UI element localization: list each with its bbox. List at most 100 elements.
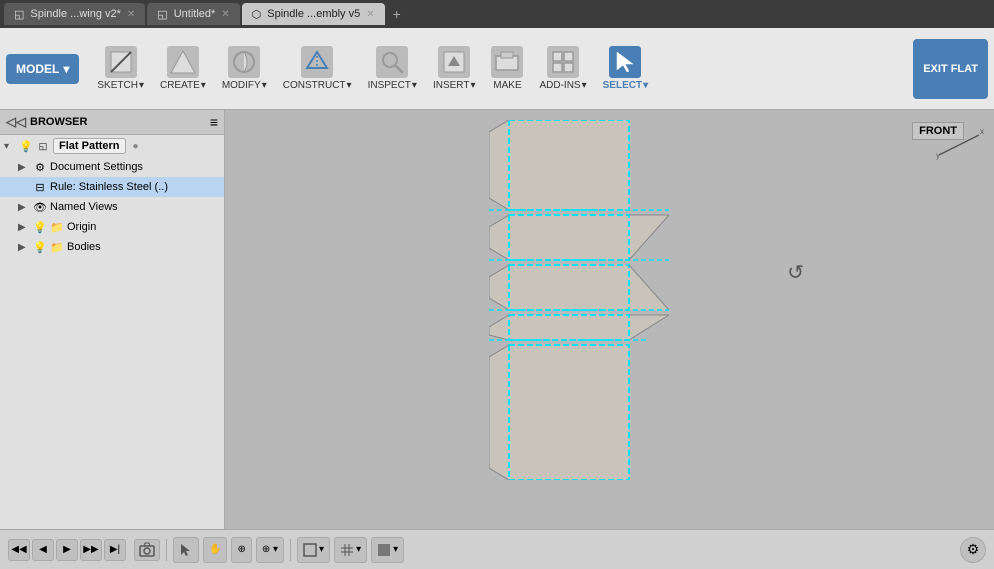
- tree-bodies[interactable]: ▶ 💡 📁 Bodies: [0, 237, 224, 257]
- tab-untitled[interactable]: ◱ Untitled* ✕: [147, 3, 239, 25]
- bulb-icon-origin: 💡: [33, 220, 47, 234]
- root-expand-arrow[interactable]: ▾: [4, 141, 16, 152]
- select-button[interactable]: SELECT ▾: [597, 39, 654, 99]
- sidebar: ◁◁ BROWSER ≡ ▾ 💡 ◱ Flat Pattern ● ▶ ⚙ Do…: [0, 110, 225, 529]
- modify-icon: [228, 46, 260, 78]
- model-arrow: ▾: [63, 62, 69, 76]
- tab-icon-wing: ◱: [14, 8, 24, 21]
- nav-play-button[interactable]: ▶: [56, 539, 78, 561]
- tab-spindle-wing[interactable]: ◱ Spindle ...wing v2* ✕: [4, 3, 145, 25]
- nav-next-button[interactable]: ▶▶: [80, 539, 102, 561]
- insert-label: INSERT ▾: [433, 80, 476, 91]
- create-button[interactable]: CREATE ▾: [154, 39, 212, 99]
- named-views-arrow[interactable]: ▶: [18, 202, 30, 213]
- settings-button[interactable]: ⚙: [960, 537, 986, 563]
- cursor-tool-button[interactable]: [173, 537, 199, 563]
- snap-button[interactable]: ▾: [371, 537, 404, 563]
- zoom-fit-button[interactable]: ⊕ ▾: [256, 537, 284, 563]
- create-label: CREATE ▾: [160, 80, 206, 91]
- rule-icon: ⊟: [33, 180, 47, 194]
- origin-folder-icon: 📁: [50, 220, 64, 234]
- tree-origin[interactable]: ▶ 💡 📁 Origin: [0, 217, 224, 237]
- modify-button[interactable]: MODIFY ▾: [216, 39, 273, 99]
- origin-label: Origin: [67, 221, 96, 233]
- browser-collapse-button[interactable]: ◁◁: [6, 114, 26, 130]
- tab-spindle-embly[interactable]: ⬡ Spindle ...embly v5 ✕: [242, 3, 385, 25]
- main-area: ◁◁ BROWSER ≡ ▾ 💡 ◱ Flat Pattern ● ▶ ⚙ Do…: [0, 110, 994, 529]
- inspect-button[interactable]: INSPECT ▾: [362, 39, 423, 99]
- model-label: MODEL: [16, 62, 59, 76]
- statusbar-sep-2: [290, 539, 291, 561]
- tab-close-untitled[interactable]: ✕: [221, 9, 229, 20]
- create-icon: [167, 46, 199, 78]
- gear-icon: ⚙: [33, 160, 47, 174]
- browser-menu-button[interactable]: ≡: [210, 114, 218, 130]
- pan-tool-button[interactable]: ✋: [203, 537, 227, 563]
- make-icon: [491, 46, 523, 78]
- inspect-label: INSPECT ▾: [368, 80, 417, 91]
- display-mode-button[interactable]: ▾: [297, 537, 330, 563]
- bulb-icon-bodies: 💡: [33, 240, 47, 254]
- bodies-folder-icon: 📁: [50, 240, 64, 254]
- tab-close-wing[interactable]: ✕: [127, 9, 135, 20]
- title-bar: ◱ Spindle ...wing v2* ✕ ◱ Untitled* ✕ ⬡ …: [0, 0, 994, 28]
- modify-label: MODIFY ▾: [222, 80, 267, 91]
- cursor-indicator: ↺: [787, 260, 804, 285]
- construct-icon: [301, 46, 333, 78]
- model-button[interactable]: MODEL ▾: [6, 54, 79, 84]
- doc-settings-label: Document Settings: [50, 161, 143, 173]
- sketch-icon: [105, 46, 137, 78]
- exit-flat-button[interactable]: EXIT FLAT: [913, 39, 988, 99]
- flat-pattern-shape: .face { fill: #c8c4bc; stroke: none; } .…: [489, 120, 709, 480]
- make-label: MAKE: [493, 80, 521, 91]
- doc-settings-arrow[interactable]: ▶: [18, 162, 30, 173]
- insert-icon: [438, 46, 470, 78]
- browser-header: ◁◁ BROWSER ≡: [0, 110, 224, 135]
- tree-root-item[interactable]: ▾ 💡 ◱ Flat Pattern ●: [0, 135, 224, 157]
- add-tab-button[interactable]: +: [387, 6, 407, 22]
- addins-icon: [547, 46, 579, 78]
- bulb-icon: 💡: [19, 139, 33, 153]
- viewport[interactable]: FRONT x y ↺ .face { fill: #c8c4: [225, 110, 994, 529]
- tree-rule-item[interactable]: ⊟ Rule: Stainless Steel (..): [0, 177, 224, 197]
- sketch-label: SKETCH ▾: [97, 80, 144, 91]
- zoom-tool-button[interactable]: ⊕: [231, 537, 251, 563]
- axis-indicator: x y: [934, 120, 984, 170]
- rule-label: Rule: Stainless Steel (..): [50, 181, 168, 193]
- bodies-arrow[interactable]: ▶: [18, 242, 30, 253]
- nav-prev-button[interactable]: ◀: [32, 539, 54, 561]
- tree-named-views[interactable]: ▶ 👁 Named Views: [0, 197, 224, 217]
- statusbar: ◀◀ ◀ ▶ ▶▶ ▶| ✋ ⊕ ⊕ ▾ ▾ ▾ ▾ ⚙: [0, 529, 994, 569]
- flat-pattern-toggle[interactable]: ●: [133, 141, 139, 152]
- construct-label: CONSTRUCT ▾: [283, 80, 352, 91]
- construct-button[interactable]: CONSTRUCT ▾: [277, 39, 358, 99]
- select-icon: [609, 46, 641, 78]
- bodies-label: Bodies: [67, 241, 101, 253]
- tab-icon-embly: ⬡: [252, 8, 262, 21]
- origin-arrow[interactable]: ▶: [18, 222, 30, 233]
- tab-close-embly[interactable]: ✕: [366, 9, 374, 20]
- inspect-icon: [376, 46, 408, 78]
- views-icon: 👁: [33, 200, 47, 214]
- sketch-button[interactable]: SKETCH ▾: [91, 39, 150, 99]
- addins-button[interactable]: ADD-INS ▾: [533, 39, 592, 99]
- playback-controls: ◀◀ ◀ ▶ ▶▶ ▶|: [8, 539, 126, 561]
- nav-first-button[interactable]: ◀◀: [8, 539, 30, 561]
- flat-pattern-label: Flat Pattern: [53, 138, 126, 154]
- root-icon: ◱: [36, 139, 50, 153]
- insert-button[interactable]: INSERT ▾: [427, 39, 482, 99]
- select-label: SELECT ▾: [603, 80, 648, 91]
- statusbar-sep-1: [166, 539, 167, 561]
- tree-doc-settings[interactable]: ▶ ⚙ Document Settings: [0, 157, 224, 177]
- nav-last-button[interactable]: ▶|: [104, 539, 126, 561]
- named-views-label: Named Views: [50, 201, 118, 213]
- svg-text:x: x: [980, 127, 984, 136]
- camera-icon[interactable]: [134, 539, 160, 561]
- toolbar: MODEL ▾ SKETCH ▾ CREATE ▾ MODIFY ▾ CONST…: [0, 28, 994, 110]
- make-button[interactable]: MAKE: [485, 39, 529, 99]
- canvas-area: FRONT x y ↺ .face { fill: #c8c4: [225, 110, 994, 529]
- browser-title: BROWSER: [30, 116, 87, 128]
- svg-text:y: y: [936, 151, 940, 160]
- tab-icon-untitled: ◱: [157, 8, 167, 21]
- grid-button[interactable]: ▾: [334, 537, 367, 563]
